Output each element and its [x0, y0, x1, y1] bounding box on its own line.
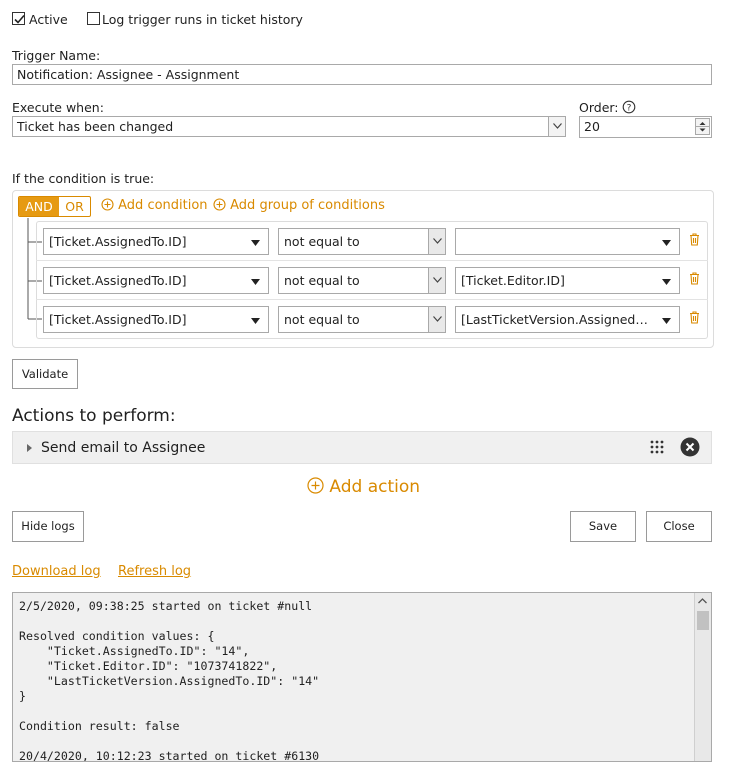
add-group-label: Add group of conditions	[230, 198, 385, 213]
condition-field-value: [Ticket.AssignedTo.ID]	[49, 273, 187, 288]
hide-logs-button[interactable]: Hide logs	[12, 511, 84, 542]
close-circle-icon[interactable]	[680, 437, 700, 457]
trash-icon[interactable]	[689, 311, 700, 327]
add-action-button[interactable]: Add action	[307, 477, 420, 497]
order-label: Order:	[579, 100, 619, 115]
chevron-down-icon	[548, 117, 565, 136]
condition-operator-select[interactable]: not equal to	[278, 306, 446, 333]
execute-when-label: Execute when:	[12, 100, 104, 115]
condition-field-select[interactable]: [Ticket.AssignedTo.ID]	[43, 228, 269, 255]
chevron-up-icon[interactable]	[695, 594, 710, 608]
trigger-name-input[interactable]: Notification: Assignee - Assignment	[12, 64, 712, 85]
trigger-name-label: Trigger Name:	[12, 48, 101, 63]
condition-field-select[interactable]: [Ticket.AssignedTo.ID]	[43, 306, 269, 333]
validate-button[interactable]: Validate	[12, 359, 78, 389]
condition-operator-value: not equal to	[284, 312, 360, 327]
save-button[interactable]: Save	[570, 511, 636, 542]
and-option[interactable]: AND	[19, 197, 59, 216]
svg-text:?: ?	[627, 103, 632, 113]
trash-icon[interactable]	[689, 272, 700, 288]
drag-grid-icon[interactable]	[650, 440, 664, 454]
log-trigger-label: Log trigger runs in ticket history	[102, 12, 303, 27]
condition-value-value: [Ticket.Editor.ID]	[461, 273, 565, 288]
action-item[interactable]: Send email to Assignee	[12, 431, 712, 464]
chevron-down-icon	[428, 307, 445, 332]
add-condition-button[interactable]: Add condition	[101, 198, 208, 213]
condition-value-select[interactable]: [Ticket.Editor.ID]	[455, 267, 680, 294]
condition-value-value: [LastTicketVersion.Assigned…	[461, 312, 648, 327]
condition-field-value: [Ticket.AssignedTo.ID]	[49, 312, 187, 327]
execute-when-value: Ticket has been changed	[17, 119, 174, 134]
actions-heading: Actions to perform:	[12, 406, 176, 426]
condition-operator-select[interactable]: not equal to	[278, 267, 446, 294]
add-group-button[interactable]: Add group of conditions	[213, 198, 385, 213]
log-text: 2/5/2020, 09:38:25 started on ticket #nu…	[19, 599, 320, 762]
log-scrollbar-thumb[interactable]	[697, 611, 709, 630]
condition-field-value: [Ticket.AssignedTo.ID]	[49, 234, 187, 249]
action-item-label: Send email to Assignee	[41, 440, 206, 456]
condition-operator-select[interactable]: not equal to	[278, 228, 446, 255]
condition-operator-value: not equal to	[284, 273, 360, 288]
active-label: Active	[29, 12, 68, 27]
checkbox-checked-icon	[14, 14, 25, 24]
caret-right-icon[interactable]	[27, 444, 33, 452]
download-log-link[interactable]: Download log	[12, 564, 101, 579]
condition-value-select[interactable]	[455, 228, 680, 255]
conditions-label: If the condition is true:	[12, 171, 155, 186]
and-or-toggle[interactable]: AND OR	[18, 196, 91, 217]
trash-icon[interactable]	[689, 233, 700, 249]
add-condition-label: Add condition	[118, 198, 208, 213]
order-spinner[interactable]	[695, 118, 710, 135]
caret-down-icon	[662, 318, 671, 324]
caret-down-icon	[662, 279, 671, 285]
plus-circle-icon	[101, 198, 114, 211]
log-scrollbar[interactable]	[694, 593, 711, 761]
chevron-down-icon	[428, 229, 445, 254]
close-button[interactable]: Close	[646, 511, 712, 542]
condition-value-select[interactable]: [LastTicketVersion.Assigned…	[455, 306, 680, 333]
add-action-label: Add action	[329, 477, 421, 497]
caret-down-icon	[251, 279, 260, 285]
or-option[interactable]: OR	[59, 197, 90, 216]
refresh-log-link[interactable]: Refresh log	[118, 564, 191, 579]
plus-circle-icon	[213, 198, 226, 211]
help-icon[interactable]: ?	[622, 100, 636, 117]
order-value: 20	[584, 119, 600, 134]
caret-down-icon	[251, 240, 260, 246]
caret-down-icon	[251, 318, 260, 324]
condition-field-select[interactable]: [Ticket.AssignedTo.ID]	[43, 267, 269, 294]
log-output[interactable]: 2/5/2020, 09:38:25 started on ticket #nu…	[12, 592, 712, 762]
condition-operator-value: not equal to	[284, 234, 360, 249]
caret-down-icon	[662, 240, 671, 246]
active-checkbox[interactable]	[12, 12, 25, 25]
plus-circle-icon	[307, 477, 324, 494]
row-divider	[36, 299, 708, 300]
row-divider	[36, 260, 708, 261]
order-input[interactable]: 20	[579, 116, 712, 138]
execute-when-select[interactable]: Ticket has been changed	[12, 116, 566, 137]
log-trigger-checkbox[interactable]	[87, 12, 100, 25]
chevron-down-icon	[428, 268, 445, 293]
